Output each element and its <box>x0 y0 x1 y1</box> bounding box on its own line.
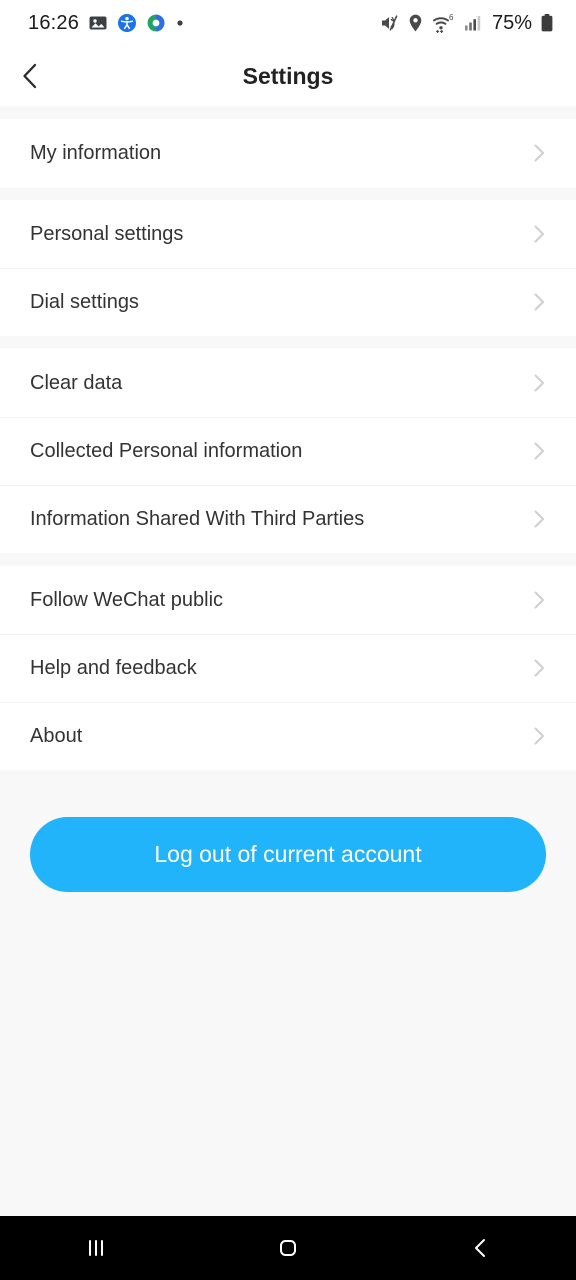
row-label: Help and feedback <box>30 656 197 679</box>
row-label: My information <box>30 141 162 164</box>
settings-section-2: Personal settings Dial settings <box>0 200 576 336</box>
chevron-right-icon <box>528 223 550 245</box>
settings-section-1: My information <box>0 119 576 187</box>
settings-section-3: Clear data Collected Personal informatio… <box>0 349 576 553</box>
location-icon <box>407 13 424 33</box>
home-icon <box>273 1233 303 1263</box>
sync-icon <box>146 13 166 33</box>
android-navigation-bar <box>0 1216 576 1280</box>
settings-section-4: Follow WeChat public Help and feedback A… <box>0 566 576 770</box>
dot-icon <box>175 18 185 28</box>
settings-list: My information Personal settings Dial se… <box>0 106 576 1054</box>
mute-icon <box>379 13 399 33</box>
svg-text:6: 6 <box>449 13 454 22</box>
status-bar-left: 16:26 <box>28 12 185 35</box>
row-label: Collected Personal information <box>30 439 303 462</box>
settings-row-my-information[interactable]: My information <box>0 119 576 187</box>
logout-container: Log out of current account <box>0 770 576 892</box>
chevron-right-icon <box>528 657 550 679</box>
row-label: Clear data <box>30 371 123 394</box>
section-gap <box>0 187 576 200</box>
chevron-right-icon <box>528 589 550 611</box>
accessibility-icon <box>117 13 137 33</box>
recents-button[interactable] <box>41 1216 151 1280</box>
home-button[interactable] <box>233 1216 343 1280</box>
header-back-button[interactable] <box>0 46 62 106</box>
back-icon <box>465 1233 495 1263</box>
chevron-right-icon <box>528 725 550 747</box>
cellular-signal-icon <box>464 14 482 32</box>
battery-icon <box>540 13 554 33</box>
settings-row-collected-personal-information[interactable]: Collected Personal information <box>0 417 576 485</box>
settings-row-help-and-feedback[interactable]: Help and feedback <box>0 634 576 702</box>
status-bar-clock: 16:26 <box>28 11 80 34</box>
bottom-filler <box>0 1054 576 1216</box>
chevron-right-icon <box>528 440 550 462</box>
photo-icon <box>88 13 108 33</box>
settings-row-about[interactable]: About <box>0 702 576 770</box>
settings-screen: 16:26 6 75% Settings My information Pers… <box>0 0 576 1280</box>
chevron-right-icon <box>528 291 550 313</box>
wifi-6-icon: 6 <box>432 13 456 33</box>
row-label: Follow WeChat public <box>30 588 224 611</box>
row-label: Dial settings <box>30 290 139 313</box>
page-title: Settings <box>242 62 334 89</box>
settings-row-clear-data[interactable]: Clear data <box>0 349 576 417</box>
status-bar-right: 6 75% <box>379 12 554 35</box>
app-header: Settings <box>0 46 576 106</box>
chevron-right-icon <box>528 142 550 164</box>
row-label: Personal settings <box>30 222 184 245</box>
section-gap <box>0 106 576 119</box>
settings-row-follow-wechat-public[interactable]: Follow WeChat public <box>0 566 576 634</box>
settings-row-information-shared-with-third-parties[interactable]: Information Shared With Third Parties <box>0 485 576 553</box>
recents-icon <box>81 1233 111 1263</box>
chevron-left-icon <box>18 61 44 91</box>
chevron-right-icon <box>528 372 550 394</box>
row-label: About <box>30 724 83 747</box>
battery-percent-label: 75% <box>491 11 532 34</box>
back-button[interactable] <box>425 1216 535 1280</box>
section-gap <box>0 553 576 566</box>
settings-row-personal-settings[interactable]: Personal settings <box>0 200 576 268</box>
chevron-right-icon <box>528 508 550 530</box>
status-bar: 16:26 6 75% <box>0 0 576 46</box>
settings-row-dial-settings[interactable]: Dial settings <box>0 268 576 336</box>
logout-button[interactable]: Log out of current account <box>30 817 546 892</box>
row-label: Information Shared With Third Parties <box>30 507 365 530</box>
section-gap <box>0 336 576 349</box>
